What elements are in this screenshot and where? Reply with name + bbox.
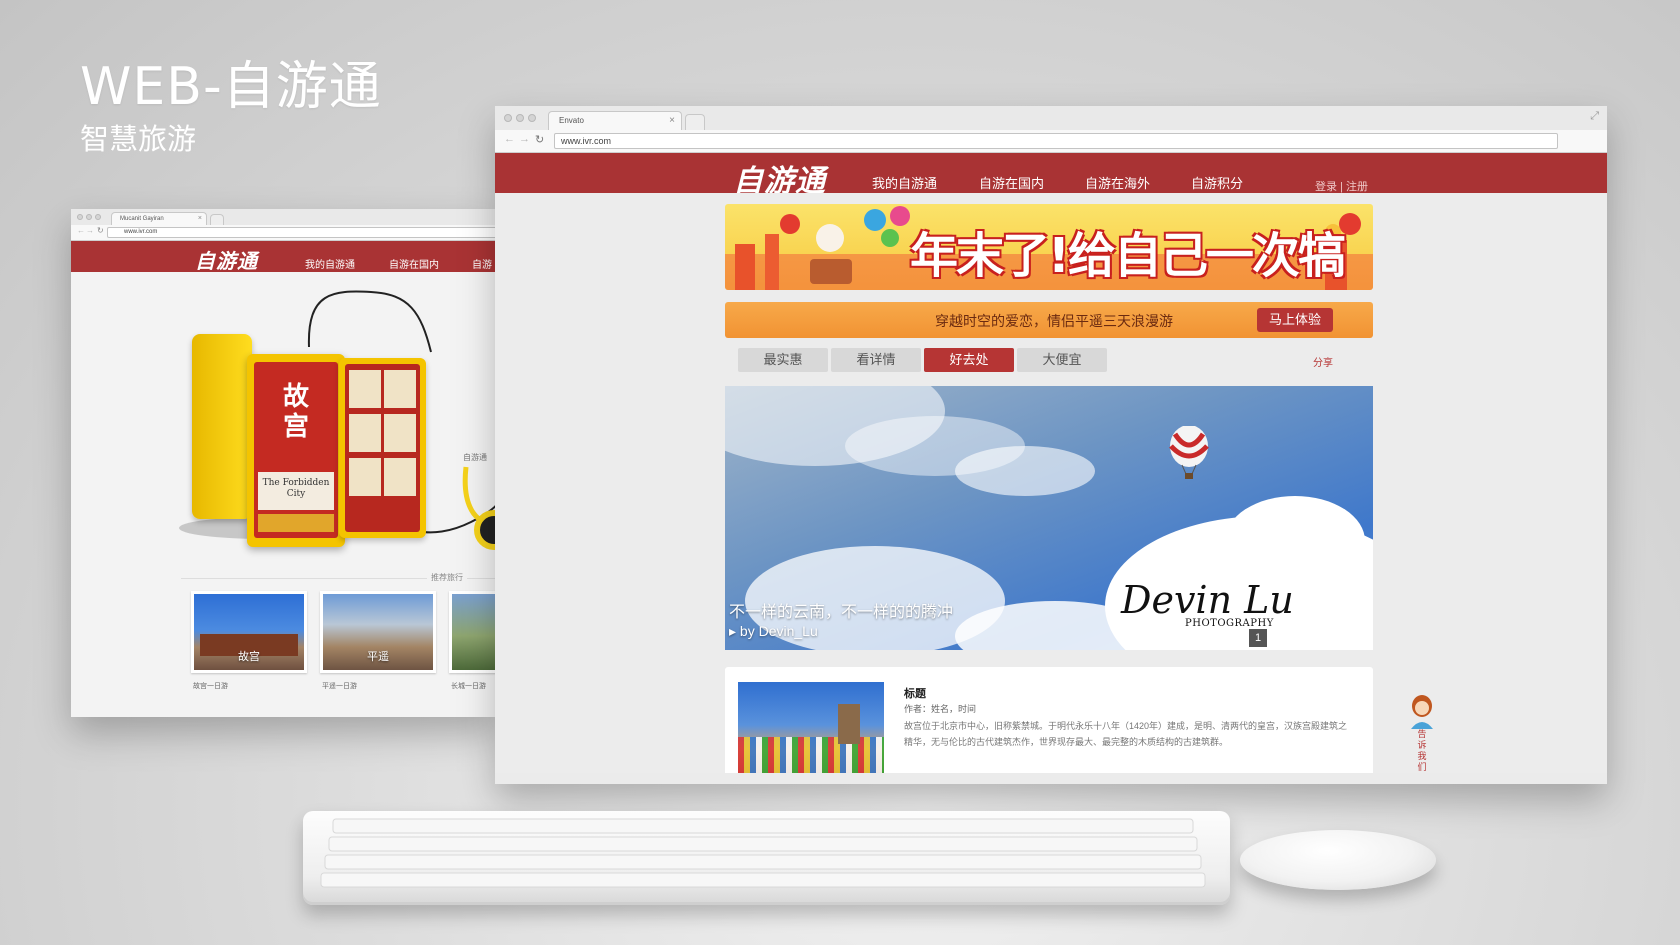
- tab-close-icon[interactable]: ×: [669, 112, 675, 130]
- reload-icon[interactable]: ↻: [535, 133, 544, 146]
- device-side-label: 自游通: [463, 453, 487, 462]
- thumb-label: 平遥: [367, 651, 389, 663]
- article-thumbnail[interactable]: [738, 682, 884, 773]
- customer-service-avatar-icon: [1411, 695, 1433, 729]
- photographer-watermark-sub: PHOTOGRAPHY: [1185, 618, 1274, 629]
- nav-domestic[interactable]: 自游在国内: [979, 173, 1044, 192]
- thumb-pingyao[interactable]: 平遥: [320, 591, 436, 673]
- hot-air-balloon-icon: [1169, 426, 1209, 479]
- login-register-link[interactable]: 登录 | 注册: [1315, 178, 1368, 194]
- thumb-caption: 平遥一日游: [322, 683, 357, 690]
- minimize-window-icon[interactable]: [516, 114, 524, 122]
- hero-title: WEB-自游通: [80, 57, 382, 117]
- cover-title: 故宫: [282, 382, 309, 442]
- thumb-gugong[interactable]: 故宫: [191, 591, 307, 673]
- nav-points[interactable]: 自游积分: [1191, 173, 1243, 192]
- article-title[interactable]: 标题: [904, 685, 926, 701]
- banner-headline: 年末了!给自己一次犒赏之旅: [910, 228, 1346, 284]
- device-menu-grid: [345, 364, 420, 532]
- back-address-bar-row: ← → ↻ www.ivr.com: [71, 225, 496, 241]
- forward-arrow-icon[interactable]: →: [519, 133, 530, 145]
- new-tab-button[interactable]: [210, 214, 224, 225]
- cover-palace-roof: [258, 514, 334, 532]
- slide-caption: 不一样的云南，不一样的的腾冲: [729, 604, 954, 621]
- thumb-caption: 故宫一日游: [193, 683, 228, 690]
- slide-page-2[interactable]: [1271, 629, 1289, 647]
- category-tabs: 最实惠 看详情 好去处 大便宜 分享: [725, 348, 1373, 374]
- minimize-window-icon[interactable]: [86, 214, 92, 220]
- tab-best-value[interactable]: 最实惠: [738, 348, 828, 372]
- try-now-button[interactable]: 马上体验: [1257, 308, 1333, 332]
- back-arrow-icon[interactable]: ←: [77, 226, 85, 235]
- tab-close-icon[interactable]: ×: [198, 213, 202, 225]
- back-browser-window: Mucanit Gayiran × ← → ↻ www.ivr.com 自游通 …: [71, 209, 496, 717]
- new-tab-button[interactable]: [685, 114, 705, 130]
- front-site-header: 自游通 我的自游通 自游在国内 自游在海外 自游积分 登录 | 注册: [495, 153, 1607, 199]
- site-logo[interactable]: 自游通: [195, 245, 258, 274]
- article-excerpt: 故宫位于北京市中心，旧称紫禁城。于明代永乐十八年（1420年）建成，是明、清两代…: [904, 721, 1348, 747]
- browser-tab[interactable]: Envato ×: [548, 111, 682, 130]
- close-window-icon[interactable]: [504, 114, 512, 122]
- slide-page-4[interactable]: [1315, 629, 1333, 647]
- tab-title: Mucanit Gayiran: [120, 216, 164, 222]
- nav-my-trip[interactable]: 我的自游通: [305, 256, 355, 271]
- keyboard-keys: [320, 818, 1206, 888]
- nav-my-trip[interactable]: 我的自游通: [872, 173, 937, 192]
- device-main-panel: 故宫 The Forbidden City: [247, 354, 345, 547]
- maximize-window-icon[interactable]: [528, 114, 536, 122]
- device-right-panel: [339, 358, 426, 538]
- slide-page-3[interactable]: [1293, 629, 1311, 647]
- contact-us-label: 告 诉 我 们: [1417, 729, 1427, 772]
- nav-overseas[interactable]: 自游在海外: [1085, 173, 1150, 192]
- front-page-content: 年末了!给自己一次犒赏之旅 穿越时空的爱恋，情侣平遥三天浪漫游 马上体验 最实惠…: [495, 193, 1607, 773]
- nav-overseas[interactable]: 自游: [472, 256, 492, 271]
- share-link[interactable]: 分享: [1313, 354, 1333, 369]
- front-address-bar-row: ← → ↻ www.ivr.com: [495, 130, 1607, 153]
- article-card[interactable]: 标题 作者：姓名，时间 故宫位于北京市中心，旧称紫禁城。于明代永乐十八年（142…: [725, 667, 1373, 773]
- contact-us-widget[interactable]: 告 诉 我 们: [1409, 693, 1435, 773]
- slide-author: ▸ by Devin_Lu: [729, 623, 818, 639]
- close-window-icon[interactable]: [77, 214, 83, 220]
- tab-details[interactable]: 看详情: [831, 348, 921, 372]
- maximize-window-icon[interactable]: [95, 214, 101, 220]
- front-tab-strip: Envato × ⤢: [495, 106, 1607, 130]
- front-browser-window: Envato × ⤢ ← → ↻ www.ivr.com 自游通 我的自游通 自…: [495, 106, 1607, 784]
- hero-subtitle: 智慧旅游: [80, 122, 197, 156]
- back-tab-strip: Mucanit Gayiran ×: [71, 209, 496, 225]
- browser-tab[interactable]: Mucanit Gayiran ×: [111, 212, 207, 225]
- promo-bar: 穿越时空的爱恋，情侣平遥三天浪漫游 马上体验: [725, 302, 1373, 338]
- thumb-caption: 长城一日游: [451, 683, 486, 690]
- tab-good-places[interactable]: 好去处: [924, 348, 1014, 372]
- nav-domestic[interactable]: 自游在国内: [389, 256, 439, 271]
- cover-subtitle: The Forbidden City: [262, 478, 330, 499]
- mouse: [1240, 830, 1436, 890]
- thumb-great-wall[interactable]: [449, 591, 496, 673]
- url-input[interactable]: www.ivr.com: [554, 133, 1558, 149]
- fullscreen-icon[interactable]: ⤢: [1590, 110, 1599, 123]
- thumb-label: 故宫: [238, 651, 260, 663]
- section-title: 推荐旅行: [427, 572, 467, 583]
- url-input[interactable]: www.ivr.com: [107, 227, 496, 238]
- back-arrow-icon[interactable]: ←: [504, 133, 515, 145]
- tab-bargains[interactable]: 大便宜: [1017, 348, 1107, 372]
- slide-page-1[interactable]: 1: [1249, 629, 1267, 647]
- device-cover-art: 故宫 The Forbidden City: [254, 362, 338, 538]
- article-meta: 作者：姓名，时间: [904, 704, 977, 714]
- featured-slider[interactable]: Devin Lu PHOTOGRAPHY 不一样的云南，不一样的的腾冲 ▸ by…: [725, 386, 1373, 650]
- photographer-watermark: Devin Lu: [1121, 578, 1294, 622]
- tab-title: Envato: [559, 116, 584, 125]
- reload-icon[interactable]: ↻: [97, 226, 104, 235]
- keyboard: [303, 811, 1230, 905]
- forward-arrow-icon[interactable]: →: [86, 226, 94, 235]
- back-page-content: 故宫 The Forbidden City 自游通 推荐旅行 故宫 平遥 故宫一…: [71, 272, 496, 712]
- back-site-header: 自游通 我的自游通 自游在国内 自游: [71, 241, 496, 274]
- slide-page-5[interactable]: [1337, 629, 1355, 647]
- device-left-cover: [192, 334, 252, 519]
- promo-text: 穿越时空的爱恋，情侣平遥三天浪漫游: [935, 313, 1173, 329]
- promo-banner[interactable]: 年末了!给自己一次犒赏之旅: [725, 204, 1373, 290]
